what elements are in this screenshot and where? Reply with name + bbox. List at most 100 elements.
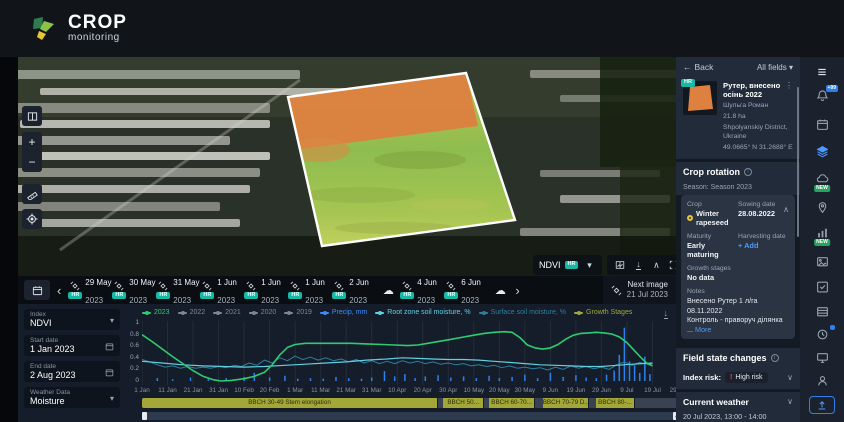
sidebar-scrollbar[interactable] bbox=[797, 87, 799, 237]
map-controls: + − bbox=[22, 106, 42, 229]
satellite-icon bbox=[202, 281, 212, 291]
statistics-button[interactable]: NEW bbox=[810, 223, 834, 247]
timeline-item-date: 4 Jun bbox=[417, 278, 437, 287]
x-tick-label: 9 Jul bbox=[620, 387, 634, 394]
timeline-next-button[interactable]: › bbox=[508, 283, 526, 298]
legend-item[interactable]: 2020 bbox=[248, 309, 276, 316]
notifications-button[interactable]: +99 bbox=[810, 85, 838, 105]
locate-button[interactable] bbox=[22, 209, 42, 229]
main-menu-button[interactable]: ≡ bbox=[810, 63, 834, 82]
weather-data-dropdown[interactable]: Weather Data Moisture ▾ bbox=[24, 387, 120, 408]
legend-item[interactable]: Precip, mm bbox=[319, 309, 367, 316]
precip-bar bbox=[414, 378, 416, 381]
legend-item[interactable]: 2019 bbox=[284, 309, 312, 316]
tutorials-button[interactable] bbox=[810, 348, 834, 367]
history-button[interactable] bbox=[810, 325, 835, 344]
chart-plot[interactable] bbox=[142, 321, 678, 385]
next-image-block[interactable]: Next image 21 Jul 2023 bbox=[602, 276, 676, 304]
hr-badge: HR bbox=[564, 261, 579, 269]
tasks-button[interactable] bbox=[810, 277, 834, 296]
timeline-prev-button[interactable]: ‹ bbox=[50, 283, 68, 298]
precip-bar bbox=[633, 365, 636, 381]
logo-leaf-icon bbox=[33, 16, 54, 40]
timeline-image-item[interactable]: HR 1 Jun 2023 bbox=[288, 272, 332, 308]
field-data-button[interactable] bbox=[810, 302, 834, 321]
crop-rotation-card[interactable]: ∧ Crop Winter rapeseed Sowing date 28.08… bbox=[681, 195, 795, 339]
legend-label: 2019 bbox=[296, 309, 312, 316]
back-label: Back bbox=[694, 62, 714, 72]
timeline-item-date: 2 Jun bbox=[349, 278, 369, 287]
clock-icon bbox=[817, 329, 827, 340]
back-button[interactable]: ← Back bbox=[683, 62, 713, 72]
imagery-button[interactable] bbox=[810, 252, 834, 271]
timeline-image-item[interactable]: HR 30 May 2023 bbox=[112, 272, 156, 308]
index-risk-row[interactable]: Index risk: ! High risk ∨ bbox=[676, 368, 800, 389]
hr-badge: HR bbox=[68, 291, 83, 300]
upload-field-button[interactable] bbox=[809, 396, 835, 415]
download-image-button[interactable]: ↓ bbox=[631, 260, 645, 270]
legend-item[interactable]: 2021 bbox=[213, 309, 241, 316]
field-state-header[interactable]: Field state changes i bbox=[676, 348, 800, 368]
y-tick-label: 0.4 bbox=[129, 353, 139, 361]
collapse-panel-button[interactable]: ∧ bbox=[649, 260, 663, 271]
zoom-in-button[interactable]: + bbox=[22, 132, 42, 152]
layers-button[interactable] bbox=[810, 142, 834, 161]
field-menu-button[interactable]: ⋮ bbox=[785, 81, 793, 99]
x-tick-label: 11 Mar bbox=[311, 387, 331, 394]
compare-view-button[interactable] bbox=[613, 260, 627, 270]
chart-range-slider[interactable] bbox=[142, 412, 678, 420]
y-tick-label: 0 bbox=[135, 377, 139, 384]
range-slider-left-handle[interactable] bbox=[142, 412, 147, 420]
end-date-picker[interactable]: End date 2 Aug 2023 bbox=[24, 361, 120, 382]
timeline-calendar-button[interactable] bbox=[24, 280, 50, 300]
legend-item[interactable]: Growth Stages bbox=[574, 309, 632, 316]
harvesting-date-add-link[interactable]: + Add bbox=[738, 241, 789, 250]
support-button[interactable] bbox=[810, 371, 834, 390]
precip-bar bbox=[575, 375, 577, 381]
scouting-button[interactable] bbox=[810, 198, 834, 217]
weather-button[interactable]: NEW bbox=[810, 169, 834, 193]
current-weather-title: Current weather bbox=[683, 397, 749, 407]
precip-bar bbox=[189, 377, 192, 381]
statistics-new-badge: NEW bbox=[814, 239, 830, 247]
legend-marker bbox=[574, 310, 584, 315]
precip-bar bbox=[649, 374, 651, 381]
season-calendar-button[interactable] bbox=[810, 115, 834, 134]
measure-button[interactable] bbox=[22, 184, 42, 204]
satellite-icon bbox=[446, 281, 456, 291]
chart-download-button[interactable]: ↓ bbox=[663, 309, 668, 319]
crop-rotation-header[interactable]: Crop rotation ! bbox=[676, 162, 800, 182]
timeline-image-item[interactable]: HR 4 Jun 2023 bbox=[400, 272, 444, 308]
timeline-image-item[interactable]: HR 1 Jun 2023 bbox=[244, 272, 288, 308]
chevron-up-icon[interactable]: ∧ bbox=[783, 205, 789, 214]
data-rows-icon bbox=[816, 307, 828, 317]
timeline-image-item[interactable]: HR 29 May 2023 bbox=[68, 272, 112, 308]
index-select[interactable]: NDVI HR ▾ bbox=[533, 255, 603, 275]
legend-item[interactable]: 2023 bbox=[142, 309, 170, 316]
timeline-image-item[interactable]: HR 31 May 2023 bbox=[156, 272, 200, 308]
current-weather-header[interactable]: Current weather ∨ bbox=[683, 397, 793, 407]
growth-stage-segment: BBCH 30-49 Stem elongation bbox=[142, 398, 439, 408]
app-logo[interactable]: CROP monitoring bbox=[30, 13, 127, 43]
timeline-image-item[interactable]: HR 6 Jun 2023 bbox=[444, 272, 488, 308]
start-date-picker[interactable]: Start date 1 Jan 2023 bbox=[24, 335, 120, 356]
split-view-button[interactable] bbox=[22, 106, 42, 126]
timeline-image-item[interactable]: HR 1 Jun 2023 bbox=[200, 272, 244, 308]
growth-stages-bar: BBCH 30-49 Stem elongation BBCH 50... BBCH… bbox=[142, 398, 678, 408]
legend-marker bbox=[375, 310, 385, 315]
precip-bar bbox=[309, 378, 312, 381]
all-fields-dropdown[interactable]: All fields ▾ bbox=[757, 63, 793, 72]
legend-marker bbox=[177, 310, 187, 315]
precip-bar bbox=[562, 376, 564, 381]
legend-item[interactable]: Surface soil moisture, % bbox=[478, 309, 566, 316]
index-select-value: NDVI bbox=[539, 260, 561, 270]
legend-item[interactable]: 2022 bbox=[177, 309, 205, 316]
timeline-item-date: 1 Jun bbox=[217, 278, 237, 287]
legend-item[interactable]: Root zone soil moisture, % bbox=[375, 309, 471, 316]
zoom-out-button[interactable]: − bbox=[22, 152, 42, 172]
precip-bar bbox=[393, 376, 396, 381]
field-card[interactable]: HR Рутер, внесено осінь 2022 ⋮ Шульга Ро… bbox=[676, 77, 800, 159]
index-dropdown[interactable]: Index NDVI ▾ bbox=[24, 309, 120, 330]
timeline-image-item[interactable]: HR 2 Jun 2023 bbox=[332, 272, 376, 308]
notes-more-link[interactable]: More bbox=[695, 325, 711, 334]
